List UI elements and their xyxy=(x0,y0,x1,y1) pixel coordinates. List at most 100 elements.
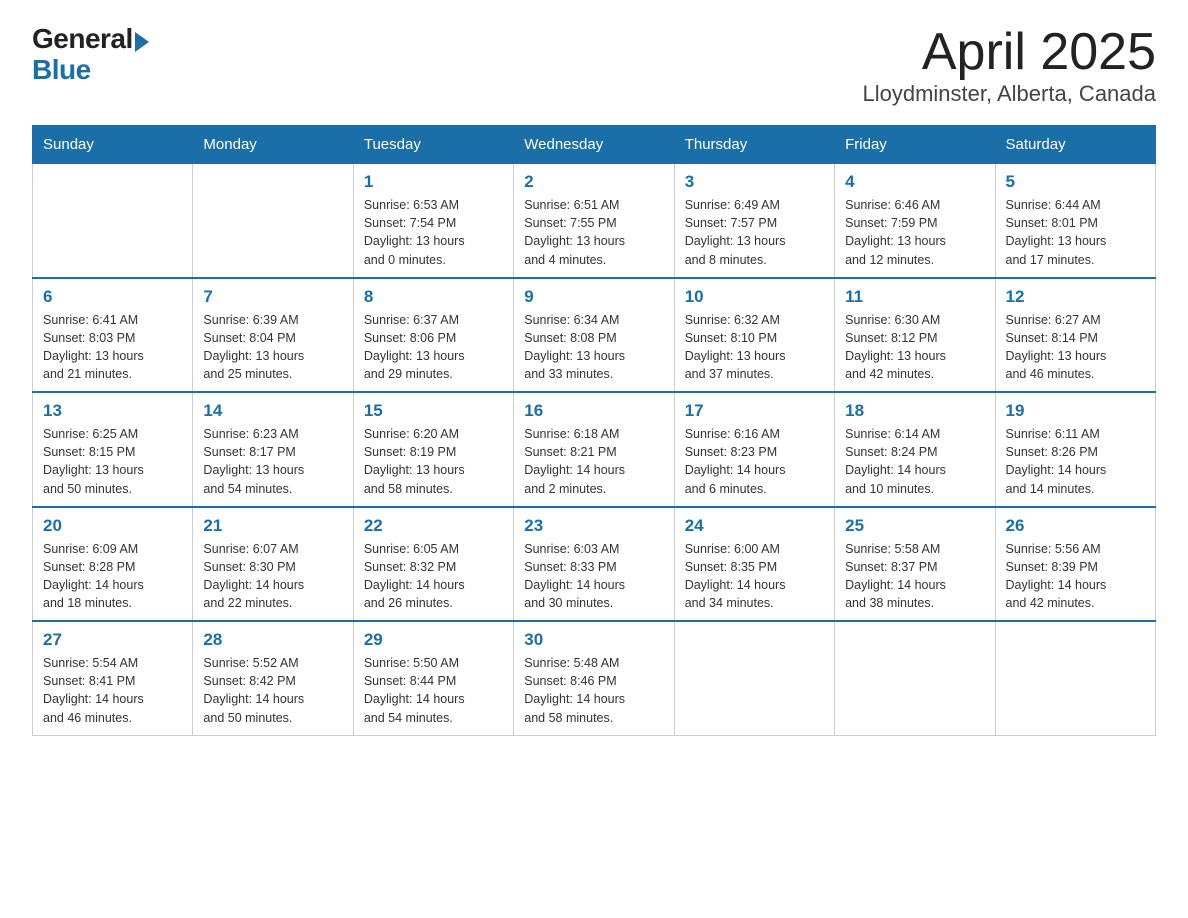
day-info: Sunrise: 6:20 AM Sunset: 8:19 PM Dayligh… xyxy=(364,425,503,498)
day-cell xyxy=(674,621,834,735)
day-info: Sunrise: 6:16 AM Sunset: 8:23 PM Dayligh… xyxy=(685,425,824,498)
day-number: 15 xyxy=(364,401,503,421)
day-cell: 18 Sunrise: 6:14 AM Sunset: 8:24 PM Dayli… xyxy=(835,392,995,507)
day-number: 22 xyxy=(364,516,503,536)
day-number: 9 xyxy=(524,287,663,307)
day-info: Sunrise: 6:14 AM Sunset: 8:24 PM Dayligh… xyxy=(845,425,984,498)
day-number: 12 xyxy=(1006,287,1145,307)
day-cell: 22 Sunrise: 6:05 AM Sunset: 8:32 PM Dayli… xyxy=(353,507,513,622)
day-cell: 16Sunrise: 6:18 AM Sunset: 8:21 PM Dayli… xyxy=(514,392,674,507)
day-cell: 3Sunrise: 6:49 AM Sunset: 7:57 PM Daylig… xyxy=(674,164,834,278)
day-cell: 27Sunrise: 5:54 AM Sunset: 8:41 PM Dayli… xyxy=(33,621,193,735)
day-info: Sunrise: 6:37 AM Sunset: 8:06 PM Dayligh… xyxy=(364,311,503,384)
day-cell: 8 Sunrise: 6:37 AM Sunset: 8:06 PM Daylig… xyxy=(353,278,513,393)
day-cell: 26Sunrise: 5:56 AM Sunset: 8:39 PM Dayli… xyxy=(995,507,1155,622)
day-cell: 21 Sunrise: 6:07 AM Sunset: 8:30 PM Dayli… xyxy=(193,507,353,622)
day-cell: 29 Sunrise: 5:50 AM Sunset: 8:44 PM Dayli… xyxy=(353,621,513,735)
day-number: 30 xyxy=(524,630,663,650)
day-number: 2 xyxy=(524,172,663,192)
day-cell: 13Sunrise: 6:25 AM Sunset: 8:15 PM Dayli… xyxy=(33,392,193,507)
day-cell xyxy=(995,621,1155,735)
logo: General Blue xyxy=(32,24,149,86)
day-info: Sunrise: 6:39 AM Sunset: 8:04 PM Dayligh… xyxy=(203,311,342,384)
day-number: 3 xyxy=(685,172,824,192)
day-info: Sunrise: 6:34 AM Sunset: 8:08 PM Dayligh… xyxy=(524,311,663,384)
day-info: Sunrise: 6:46 AM Sunset: 7:59 PM Dayligh… xyxy=(845,196,984,269)
day-info: Sunrise: 6:25 AM Sunset: 8:15 PM Dayligh… xyxy=(43,425,182,498)
logo-blue-text: Blue xyxy=(32,55,149,86)
day-info: Sunrise: 6:27 AM Sunset: 8:14 PM Dayligh… xyxy=(1006,311,1145,384)
day-info: Sunrise: 5:50 AM Sunset: 8:44 PM Dayligh… xyxy=(364,654,503,727)
day-cell: 9 Sunrise: 6:34 AM Sunset: 8:08 PM Daylig… xyxy=(514,278,674,393)
week-row-1: 1 Sunrise: 6:53 AM Sunset: 7:54 PM Daylig… xyxy=(33,164,1156,278)
day-info: Sunrise: 6:32 AM Sunset: 8:10 PM Dayligh… xyxy=(685,311,824,384)
day-info: Sunrise: 5:52 AM Sunset: 8:42 PM Dayligh… xyxy=(203,654,342,727)
header-monday: Monday xyxy=(193,126,353,164)
header-friday: Friday xyxy=(835,126,995,164)
day-cell: 10Sunrise: 6:32 AM Sunset: 8:10 PM Dayli… xyxy=(674,278,834,393)
day-info: Sunrise: 6:11 AM Sunset: 8:26 PM Dayligh… xyxy=(1006,425,1145,498)
day-cell: 7 Sunrise: 6:39 AM Sunset: 8:04 PM Daylig… xyxy=(193,278,353,393)
header-tuesday: Tuesday xyxy=(353,126,513,164)
day-info: Sunrise: 6:44 AM Sunset: 8:01 PM Dayligh… xyxy=(1006,196,1145,269)
day-number: 6 xyxy=(43,287,182,307)
day-cell: 20Sunrise: 6:09 AM Sunset: 8:28 PM Dayli… xyxy=(33,507,193,622)
day-info: Sunrise: 6:41 AM Sunset: 8:03 PM Dayligh… xyxy=(43,311,182,384)
week-row-5: 27Sunrise: 5:54 AM Sunset: 8:41 PM Dayli… xyxy=(33,621,1156,735)
day-cell: 11Sunrise: 6:30 AM Sunset: 8:12 PM Dayli… xyxy=(835,278,995,393)
header-thursday: Thursday xyxy=(674,126,834,164)
header-wednesday: Wednesday xyxy=(514,126,674,164)
day-number: 14 xyxy=(203,401,342,421)
day-number: 17 xyxy=(685,401,824,421)
day-info: Sunrise: 6:18 AM Sunset: 8:21 PM Dayligh… xyxy=(524,425,663,498)
day-info: Sunrise: 6:53 AM Sunset: 7:54 PM Dayligh… xyxy=(364,196,503,269)
day-cell xyxy=(835,621,995,735)
day-cell: 30 Sunrise: 5:48 AM Sunset: 8:46 PM Dayli… xyxy=(514,621,674,735)
calendar-location: Lloydminster, Alberta, Canada xyxy=(862,81,1156,107)
day-number: 5 xyxy=(1006,172,1145,192)
day-info: Sunrise: 6:05 AM Sunset: 8:32 PM Dayligh… xyxy=(364,540,503,613)
day-number: 21 xyxy=(203,516,342,536)
day-cell xyxy=(193,164,353,278)
day-number: 23 xyxy=(524,516,663,536)
day-cell: 14 Sunrise: 6:23 AM Sunset: 8:17 PM Dayli… xyxy=(193,392,353,507)
day-info: Sunrise: 6:00 AM Sunset: 8:35 PM Dayligh… xyxy=(685,540,824,613)
day-info: Sunrise: 5:48 AM Sunset: 8:46 PM Dayligh… xyxy=(524,654,663,727)
day-number: 4 xyxy=(845,172,984,192)
week-row-2: 6 Sunrise: 6:41 AM Sunset: 8:03 PM Daylig… xyxy=(33,278,1156,393)
day-cell: 28 Sunrise: 5:52 AM Sunset: 8:42 PM Dayli… xyxy=(193,621,353,735)
day-cell: 1 Sunrise: 6:53 AM Sunset: 7:54 PM Daylig… xyxy=(353,164,513,278)
page-header: General Blue April 2025 Lloydminster, Al… xyxy=(32,24,1156,107)
day-number: 28 xyxy=(203,630,342,650)
day-info: Sunrise: 5:54 AM Sunset: 8:41 PM Dayligh… xyxy=(43,654,182,727)
day-cell xyxy=(33,164,193,278)
logo-arrow-icon xyxy=(135,32,149,52)
day-info: Sunrise: 5:58 AM Sunset: 8:37 PM Dayligh… xyxy=(845,540,984,613)
day-info: Sunrise: 6:51 AM Sunset: 7:55 PM Dayligh… xyxy=(524,196,663,269)
week-row-3: 13Sunrise: 6:25 AM Sunset: 8:15 PM Dayli… xyxy=(33,392,1156,507)
day-number: 1 xyxy=(364,172,503,192)
day-cell: 25 Sunrise: 5:58 AM Sunset: 8:37 PM Dayli… xyxy=(835,507,995,622)
day-number: 18 xyxy=(845,401,984,421)
day-number: 8 xyxy=(364,287,503,307)
day-cell: 24Sunrise: 6:00 AM Sunset: 8:35 PM Dayli… xyxy=(674,507,834,622)
day-info: Sunrise: 6:30 AM Sunset: 8:12 PM Dayligh… xyxy=(845,311,984,384)
logo-general-text: General xyxy=(32,24,133,55)
day-info: Sunrise: 6:23 AM Sunset: 8:17 PM Dayligh… xyxy=(203,425,342,498)
calendar-table: SundayMondayTuesdayWednesdayThursdayFrid… xyxy=(32,125,1156,736)
day-info: Sunrise: 6:07 AM Sunset: 8:30 PM Dayligh… xyxy=(203,540,342,613)
day-number: 26 xyxy=(1006,516,1145,536)
calendar-title: April 2025 xyxy=(862,24,1156,81)
day-cell: 15 Sunrise: 6:20 AM Sunset: 8:19 PM Dayli… xyxy=(353,392,513,507)
day-cell: 6 Sunrise: 6:41 AM Sunset: 8:03 PM Daylig… xyxy=(33,278,193,393)
day-info: Sunrise: 6:09 AM Sunset: 8:28 PM Dayligh… xyxy=(43,540,182,613)
day-number: 7 xyxy=(203,287,342,307)
day-number: 25 xyxy=(845,516,984,536)
day-number: 29 xyxy=(364,630,503,650)
day-cell: 23 Sunrise: 6:03 AM Sunset: 8:33 PM Dayli… xyxy=(514,507,674,622)
day-cell: 4 Sunrise: 6:46 AM Sunset: 7:59 PM Daylig… xyxy=(835,164,995,278)
day-cell: 5 Sunrise: 6:44 AM Sunset: 8:01 PM Daylig… xyxy=(995,164,1155,278)
day-cell: 17 Sunrise: 6:16 AM Sunset: 8:23 PM Dayli… xyxy=(674,392,834,507)
day-info: Sunrise: 6:03 AM Sunset: 8:33 PM Dayligh… xyxy=(524,540,663,613)
day-cell: 19Sunrise: 6:11 AM Sunset: 8:26 PM Dayli… xyxy=(995,392,1155,507)
